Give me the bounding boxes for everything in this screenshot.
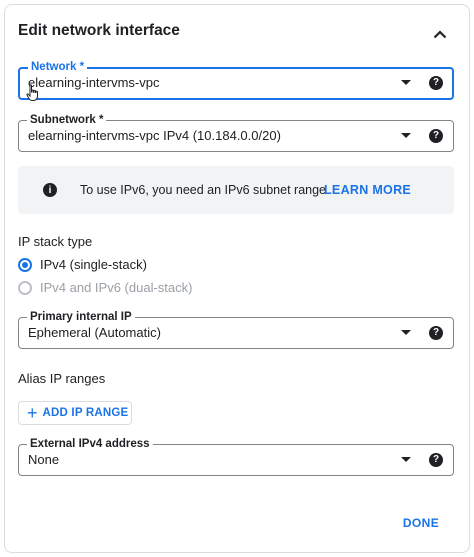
external-ipv4-address-label: External IPv4 address [27, 437, 153, 451]
primary-internal-ip-select[interactable]: Primary internal IP Ephemeral (Automatic… [18, 310, 454, 349]
dropdown-arrow-icon [401, 133, 411, 138]
external-ipv4-address-select[interactable]: External IPv4 address None ? [18, 437, 454, 476]
dropdown-arrow-icon [401, 457, 411, 462]
add-ip-range-label: ADD IP RANGE [42, 407, 129, 419]
alias-ip-ranges-label: Alias IP ranges [18, 371, 106, 386]
radio-ipv4-ipv6-dual-stack: IPv4 and IPv6 (dual-stack) [18, 280, 192, 295]
hand-cursor-icon [26, 84, 38, 101]
radio-ipv4-single-stack[interactable]: IPv4 (single-stack) [18, 257, 147, 272]
subnetwork-value: elearning-intervms-vpc IPv4 (10.184.0.0/… [28, 128, 281, 143]
primary-internal-ip-value: Ephemeral (Automatic) [28, 325, 161, 340]
subnetwork-select[interactable]: Subnetwork * elearning-intervms-vpc IPv4… [18, 113, 454, 152]
help-icon[interactable]: ? [429, 326, 443, 340]
add-ip-range-button[interactable]: + ADD IP RANGE [18, 401, 132, 425]
learn-more-link[interactable]: LEARN MORE [324, 183, 411, 197]
network-value: elearning-intervms-vpc [28, 75, 160, 90]
collapse-button[interactable] [428, 24, 452, 44]
network-select[interactable]: Network * elearning-intervms-vpc ? [18, 60, 454, 100]
primary-internal-ip-label: Primary internal IP [27, 310, 135, 324]
done-button[interactable]: DONE [398, 514, 444, 532]
help-icon[interactable]: ? [429, 453, 443, 467]
info-icon: i [43, 183, 57, 197]
subnetwork-label: Subnetwork * [27, 113, 107, 127]
ip-stack-type-label: IP stack type [18, 234, 93, 249]
info-text: To use IPv6, you need an IPv6 subnet ran… [80, 183, 330, 197]
radio-label: IPv4 and IPv6 (dual-stack) [40, 280, 193, 295]
chevron-up-icon [433, 29, 447, 38]
plus-icon: + [27, 403, 38, 423]
panel-title: Edit network interface [18, 22, 180, 39]
network-label: Network * [28, 60, 88, 74]
ipv6-info-banner: i To use IPv6, you need an IPv6 subnet r… [18, 166, 454, 214]
help-icon[interactable]: ? [429, 76, 443, 90]
radio-label: IPv4 (single-stack) [40, 257, 147, 272]
external-ipv4-address-value: None [28, 452, 60, 467]
help-icon[interactable]: ? [429, 129, 443, 143]
dropdown-arrow-icon [401, 330, 411, 335]
radio-button-disabled [18, 280, 32, 295]
radio-button-checked[interactable] [18, 257, 32, 272]
dropdown-arrow-icon [401, 80, 411, 85]
